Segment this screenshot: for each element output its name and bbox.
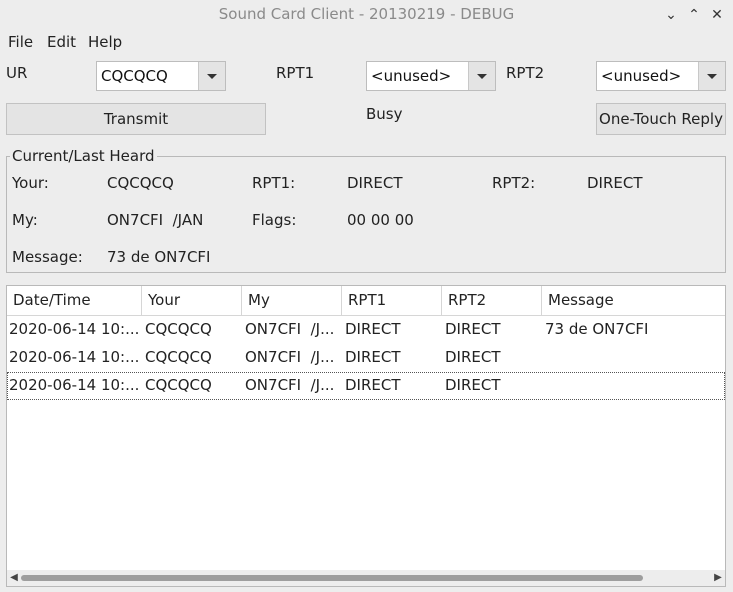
cell-rpt1: DIRECT xyxy=(345,376,401,394)
rpt2-dropdown-button[interactable] xyxy=(698,62,725,90)
cell-datetime: 2020-06-14 10:... xyxy=(9,376,140,394)
cell-my: ON7CFI /J... xyxy=(245,348,335,366)
minimize-icon[interactable]: ⌄ xyxy=(660,4,682,26)
cell-datetime: 2020-06-14 10:... xyxy=(9,320,140,338)
chevron-down-icon xyxy=(207,74,217,79)
cell-my: ON7CFI /J... xyxy=(245,320,335,338)
chevron-down-icon xyxy=(477,74,487,79)
status-text: Busy xyxy=(366,105,403,123)
close-icon[interactable]: ✕ xyxy=(706,4,728,26)
rpt1-combo[interactable]: <unused> xyxy=(366,61,496,91)
heard-rpt1-value: DIRECT xyxy=(347,174,403,192)
heard-rpt2-label: RPT2: xyxy=(492,174,536,192)
my-value: ON7CFI /JAN xyxy=(107,211,204,229)
column-header-message[interactable]: Message xyxy=(542,286,725,316)
rpt1-label: RPT1 xyxy=(276,64,315,82)
ur-dropdown-button[interactable] xyxy=(198,62,225,90)
rpt2-combo-value: <unused> xyxy=(601,67,682,85)
cell-your: CQCQCQ xyxy=(145,320,212,338)
flags-label: Flags: xyxy=(252,211,297,229)
column-header-rpt2[interactable]: RPT2 xyxy=(442,286,542,316)
table-row-selected[interactable]: 2020-06-14 10:... CQCQCQ ON7CFI /J... DI… xyxy=(7,372,725,400)
column-header-rpt1[interactable]: RPT1 xyxy=(342,286,442,316)
group-title: Current/Last Heard xyxy=(10,147,157,165)
cell-rpt2: DIRECT xyxy=(445,348,501,366)
flags-value: 00 00 00 xyxy=(347,211,414,229)
menu-edit[interactable]: Edit xyxy=(47,33,76,51)
rpt2-label: RPT2 xyxy=(506,64,545,82)
table-row[interactable]: 2020-06-14 10:... CQCQCQ ON7CFI /J... DI… xyxy=(7,344,725,372)
cell-rpt2: DIRECT xyxy=(445,320,501,338)
ur-label: UR xyxy=(6,64,28,82)
cell-your: CQCQCQ xyxy=(145,348,212,366)
menu-help[interactable]: Help xyxy=(88,33,122,51)
cell-rpt1: DIRECT xyxy=(345,348,401,366)
one-touch-reply-button[interactable]: One-Touch Reply xyxy=(596,103,726,135)
menu-file[interactable]: File xyxy=(8,33,33,51)
ur-combo[interactable]: CQCQCQ xyxy=(96,61,226,91)
my-label: My: xyxy=(12,211,38,229)
horizontal-scrollbar[interactable]: ◀ ▶ xyxy=(7,570,725,586)
message-value: 73 de ON7CFI xyxy=(107,248,211,266)
maximize-icon[interactable]: ⌃ xyxy=(683,4,705,26)
chevron-down-icon xyxy=(707,74,717,79)
your-label: Your: xyxy=(12,174,49,192)
cell-rpt2: DIRECT xyxy=(445,376,501,394)
cell-datetime: 2020-06-14 10:... xyxy=(9,348,140,366)
table-row[interactable]: 2020-06-14 10:... CQCQCQ ON7CFI /J... DI… xyxy=(7,316,725,344)
heard-table[interactable]: Date/Time Your My RPT1 RPT2 Message 2020… xyxy=(6,285,726,587)
heard-rpt2-value: DIRECT xyxy=(587,174,643,192)
rpt1-combo-value: <unused> xyxy=(371,67,452,85)
cell-rpt1: DIRECT xyxy=(345,320,401,338)
scroll-right-icon[interactable]: ▶ xyxy=(712,572,724,584)
scroll-left-icon[interactable]: ◀ xyxy=(8,572,20,584)
rpt2-combo[interactable]: <unused> xyxy=(596,61,726,91)
cell-your: CQCQCQ xyxy=(145,376,212,394)
rpt1-dropdown-button[interactable] xyxy=(468,62,495,90)
ur-combo-value: CQCQCQ xyxy=(101,67,168,85)
message-label: Message: xyxy=(12,248,83,266)
cell-message: 73 de ON7CFI xyxy=(545,320,649,338)
column-header-my[interactable]: My xyxy=(242,286,342,316)
cell-my: ON7CFI /J... xyxy=(245,376,335,394)
your-value: CQCQCQ xyxy=(107,174,174,192)
window-title: Sound Card Client - 20130219 - DEBUG xyxy=(218,5,515,23)
heard-rpt1-label: RPT1: xyxy=(252,174,296,192)
transmit-button[interactable]: Transmit xyxy=(6,103,266,135)
scrollbar-thumb[interactable] xyxy=(21,575,643,581)
column-header-datetime[interactable]: Date/Time xyxy=(7,286,142,316)
column-header-your[interactable]: Your xyxy=(142,286,242,316)
